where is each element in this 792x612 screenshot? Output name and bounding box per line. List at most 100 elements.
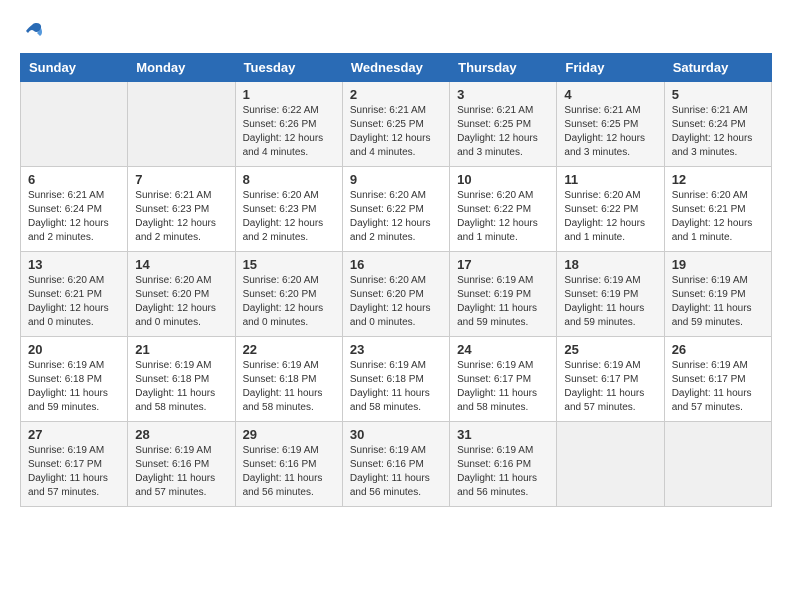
calendar-cell: 16 Sunrise: 6:20 AM Sunset: 6:20 PM Dayli… bbox=[342, 252, 449, 337]
day-info: Sunrise: 6:21 AM Sunset: 6:25 PM Dayligh… bbox=[564, 104, 656, 160]
calendar-cell: 30 Sunrise: 6:19 AM Sunset: 6:16 PM Dayli… bbox=[342, 422, 449, 507]
day-info: Sunrise: 6:19 AM Sunset: 6:19 PM Dayligh… bbox=[564, 274, 656, 330]
day-number: 25 bbox=[564, 342, 656, 357]
calendar-cell: 2 Sunrise: 6:21 AM Sunset: 6:25 PM Daylig… bbox=[342, 82, 449, 167]
day-info: Sunrise: 6:20 AM Sunset: 6:21 PM Dayligh… bbox=[28, 274, 120, 330]
day-number: 20 bbox=[28, 342, 120, 357]
calendar-cell: 21Sunrise: 6:19 AM Sunset: 6:18 PM Dayli… bbox=[128, 337, 235, 422]
calendar-cell: 24 Sunrise: 6:19 AM Sunset: 6:17 PM Dayli… bbox=[450, 337, 557, 422]
calendar-cell: 20 Sunrise: 6:19 AM Sunset: 6:18 PM Dayli… bbox=[21, 337, 128, 422]
day-info: Sunrise: 6:19 AM Sunset: 6:17 PM Dayligh… bbox=[28, 444, 120, 500]
day-number: 1 bbox=[243, 87, 335, 102]
header-thursday: Thursday bbox=[450, 54, 557, 82]
day-info: Sunrise: 6:19 AM Sunset: 6:18 PM Dayligh… bbox=[243, 359, 335, 415]
day-number: 23 bbox=[350, 342, 442, 357]
day-number: 9 bbox=[350, 172, 442, 187]
calendar-cell: 1 Sunrise: 6:22 AM Sunset: 6:26 PM Daylig… bbox=[235, 82, 342, 167]
calendar-cell: 13 Sunrise: 6:20 AM Sunset: 6:21 PM Dayli… bbox=[21, 252, 128, 337]
day-info: Sunrise: 6:20 AM Sunset: 6:20 PM Dayligh… bbox=[135, 274, 227, 330]
calendar-cell bbox=[664, 422, 771, 507]
day-number: 12 bbox=[672, 172, 764, 187]
day-info: Sunrise: 6:19 AM Sunset: 6:18 PM Dayligh… bbox=[28, 359, 120, 415]
day-number: 30 bbox=[350, 427, 442, 442]
day-number: 17 bbox=[457, 257, 549, 272]
day-info: Sunrise: 6:19 AM Sunset: 6:16 PM Dayligh… bbox=[350, 444, 442, 500]
calendar-cell: 17 Sunrise: 6:19 AM Sunset: 6:19 PM Dayli… bbox=[450, 252, 557, 337]
header-monday: Monday bbox=[128, 54, 235, 82]
day-number: 28 bbox=[135, 427, 227, 442]
calendar-week-row: 6 Sunrise: 6:21 AM Sunset: 6:24 PM Daylig… bbox=[21, 167, 772, 252]
calendar-cell: 10Sunrise: 6:20 AM Sunset: 6:22 PM Dayli… bbox=[450, 167, 557, 252]
calendar-cell: 8 Sunrise: 6:20 AM Sunset: 6:23 PM Daylig… bbox=[235, 167, 342, 252]
day-number: 15 bbox=[243, 257, 335, 272]
header-sunday: Sunday bbox=[21, 54, 128, 82]
calendar-cell bbox=[128, 82, 235, 167]
calendar-cell: 29 Sunrise: 6:19 AM Sunset: 6:16 PM Dayli… bbox=[235, 422, 342, 507]
day-number: 14 bbox=[135, 257, 227, 272]
day-number: 31 bbox=[457, 427, 549, 442]
day-number: 3 bbox=[457, 87, 549, 102]
day-number: 24 bbox=[457, 342, 549, 357]
header-wednesday: Wednesday bbox=[342, 54, 449, 82]
day-number: 29 bbox=[243, 427, 335, 442]
day-number: 18 bbox=[564, 257, 656, 272]
day-info: Sunrise: 6:19 AM Sunset: 6:17 PM Dayligh… bbox=[564, 359, 656, 415]
day-number: 10 bbox=[457, 172, 549, 187]
day-number: 6 bbox=[28, 172, 120, 187]
day-info: Sunrise: 6:21 AM Sunset: 6:25 PM Dayligh… bbox=[350, 104, 442, 160]
day-info: Sunrise: 6:20 AM Sunset: 6:22 PM Dayligh… bbox=[564, 189, 656, 245]
calendar-cell: 28Sunrise: 6:19 AM Sunset: 6:16 PM Dayli… bbox=[128, 422, 235, 507]
day-number: 22 bbox=[243, 342, 335, 357]
day-number: 8 bbox=[243, 172, 335, 187]
calendar-cell: 5 Sunrise: 6:21 AM Sunset: 6:24 PM Daylig… bbox=[664, 82, 771, 167]
day-number: 19 bbox=[672, 257, 764, 272]
header-saturday: Saturday bbox=[664, 54, 771, 82]
page-header bbox=[20, 20, 772, 43]
calendar-cell: 22 Sunrise: 6:19 AM Sunset: 6:18 PM Dayli… bbox=[235, 337, 342, 422]
calendar-cell: 25 Sunrise: 6:19 AM Sunset: 6:17 PM Dayli… bbox=[557, 337, 664, 422]
day-info: Sunrise: 6:19 AM Sunset: 6:19 PM Dayligh… bbox=[672, 274, 764, 330]
calendar-cell: 7 Sunrise: 6:21 AM Sunset: 6:23 PM Daylig… bbox=[128, 167, 235, 252]
day-number: 26 bbox=[672, 342, 764, 357]
calendar-cell: 23 Sunrise: 6:19 AM Sunset: 6:18 PM Dayli… bbox=[342, 337, 449, 422]
header-tuesday: Tuesday bbox=[235, 54, 342, 82]
calendar-cell: 9Sunrise: 6:20 AM Sunset: 6:22 PM Daylig… bbox=[342, 167, 449, 252]
calendar-cell: 14 Sunrise: 6:20 AM Sunset: 6:20 PM Dayli… bbox=[128, 252, 235, 337]
day-info: Sunrise: 6:20 AM Sunset: 6:20 PM Dayligh… bbox=[350, 274, 442, 330]
day-number: 11 bbox=[564, 172, 656, 187]
day-info: Sunrise: 6:21 AM Sunset: 6:24 PM Dayligh… bbox=[672, 104, 764, 160]
day-number: 16 bbox=[350, 257, 442, 272]
calendar-cell: 15 Sunrise: 6:20 AM Sunset: 6:20 PM Dayli… bbox=[235, 252, 342, 337]
calendar-week-row: 1 Sunrise: 6:22 AM Sunset: 6:26 PM Daylig… bbox=[21, 82, 772, 167]
day-number: 13 bbox=[28, 257, 120, 272]
calendar-week-row: 20 Sunrise: 6:19 AM Sunset: 6:18 PM Dayli… bbox=[21, 337, 772, 422]
day-info: Sunrise: 6:22 AM Sunset: 6:26 PM Dayligh… bbox=[243, 104, 335, 160]
day-info: Sunrise: 6:20 AM Sunset: 6:20 PM Dayligh… bbox=[243, 274, 335, 330]
day-number: 7 bbox=[135, 172, 227, 187]
day-info: Sunrise: 6:19 AM Sunset: 6:16 PM Dayligh… bbox=[243, 444, 335, 500]
calendar-cell: 27Sunrise: 6:19 AM Sunset: 6:17 PM Dayli… bbox=[21, 422, 128, 507]
calendar-header-row: SundayMondayTuesdayWednesdayThursdayFrid… bbox=[21, 54, 772, 82]
day-info: Sunrise: 6:19 AM Sunset: 6:18 PM Dayligh… bbox=[135, 359, 227, 415]
calendar-cell: 12 Sunrise: 6:20 AM Sunset: 6:21 PM Dayli… bbox=[664, 167, 771, 252]
logo-bird-icon bbox=[22, 20, 44, 42]
header-friday: Friday bbox=[557, 54, 664, 82]
day-info: Sunrise: 6:19 AM Sunset: 6:17 PM Dayligh… bbox=[457, 359, 549, 415]
calendar-cell: 31 Sunrise: 6:19 AM Sunset: 6:16 PM Dayli… bbox=[450, 422, 557, 507]
day-info: Sunrise: 6:20 AM Sunset: 6:21 PM Dayligh… bbox=[672, 189, 764, 245]
calendar-cell: 11 Sunrise: 6:20 AM Sunset: 6:22 PM Dayli… bbox=[557, 167, 664, 252]
day-info: Sunrise: 6:21 AM Sunset: 6:23 PM Dayligh… bbox=[135, 189, 227, 245]
day-info: Sunrise: 6:19 AM Sunset: 6:16 PM Dayligh… bbox=[457, 444, 549, 500]
day-info: Sunrise: 6:21 AM Sunset: 6:25 PM Dayligh… bbox=[457, 104, 549, 160]
calendar-cell: 3 Sunrise: 6:21 AM Sunset: 6:25 PM Daylig… bbox=[450, 82, 557, 167]
day-info: Sunrise: 6:19 AM Sunset: 6:18 PM Dayligh… bbox=[350, 359, 442, 415]
calendar-cell: 18 Sunrise: 6:19 AM Sunset: 6:19 PM Dayli… bbox=[557, 252, 664, 337]
day-number: 2 bbox=[350, 87, 442, 102]
day-number: 5 bbox=[672, 87, 764, 102]
calendar-table: SundayMondayTuesdayWednesdayThursdayFrid… bbox=[20, 53, 772, 507]
day-info: Sunrise: 6:20 AM Sunset: 6:23 PM Dayligh… bbox=[243, 189, 335, 245]
calendar-cell: 19 Sunrise: 6:19 AM Sunset: 6:19 PM Dayli… bbox=[664, 252, 771, 337]
calendar-cell: 26Sunrise: 6:19 AM Sunset: 6:17 PM Dayli… bbox=[664, 337, 771, 422]
day-info: Sunrise: 6:19 AM Sunset: 6:19 PM Dayligh… bbox=[457, 274, 549, 330]
day-info: Sunrise: 6:21 AM Sunset: 6:24 PM Dayligh… bbox=[28, 189, 120, 245]
